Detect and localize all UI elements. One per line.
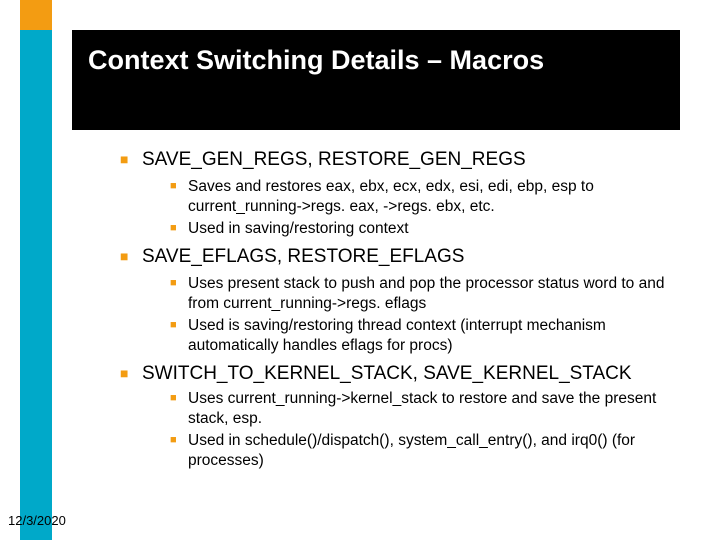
bullet-text: Uses current_running->kernel_stack to re… xyxy=(188,390,656,427)
bullet-text: SAVE_EFLAGS, RESTORE_EFLAGS xyxy=(142,246,464,267)
bullet-text: SAVE_GEN_REGS, RESTORE_GEN_REGS xyxy=(142,149,526,170)
bullet-text: Used in saving/restoring context xyxy=(188,220,409,237)
left-accent-stripe xyxy=(20,0,52,540)
bullet-text: Used in schedule()/dispatch(), system_ca… xyxy=(188,432,635,469)
title-box: Context Switching Details – Macros xyxy=(72,30,680,130)
bullet-level2: Uses present stack to push and pop the p… xyxy=(170,274,690,314)
bullet-level2: Uses current_running->kernel_stack to re… xyxy=(170,389,690,429)
bullet-text: Saves and restores eax, ebx, ecx, edx, e… xyxy=(188,178,594,215)
slide-date: 12/3/2020 xyxy=(8,513,66,528)
bullet-level1: SWITCH_TO_KERNEL_STACK, SAVE_KERNEL_STAC… xyxy=(120,362,690,471)
slide-content: SAVE_GEN_REGS, RESTORE_GEN_REGS Saves an… xyxy=(120,148,690,476)
bullet-level1: SAVE_EFLAGS, RESTORE_EFLAGS Uses present… xyxy=(120,245,690,356)
bullet-level2: Used is saving/restoring thread context … xyxy=(170,316,690,356)
orange-accent-block xyxy=(20,0,52,30)
bullet-level1: SAVE_GEN_REGS, RESTORE_GEN_REGS Saves an… xyxy=(120,148,690,239)
bullet-text: SWITCH_TO_KERNEL_STACK, SAVE_KERNEL_STAC… xyxy=(142,363,632,384)
bullet-level2: Saves and restores eax, ebx, ecx, edx, e… xyxy=(170,177,690,217)
slide-title: Context Switching Details – Macros xyxy=(88,44,664,78)
bullet-level2: Used in saving/restoring context xyxy=(170,219,690,239)
bullet-text: Used is saving/restoring thread context … xyxy=(188,317,606,354)
bullet-level2: Used in schedule()/dispatch(), system_ca… xyxy=(170,431,690,471)
bullet-text: Uses present stack to push and pop the p… xyxy=(188,275,664,312)
